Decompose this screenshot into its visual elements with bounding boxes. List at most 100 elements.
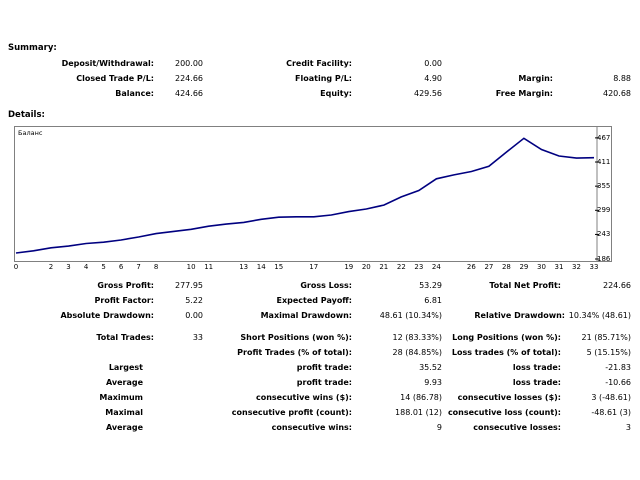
x-tick-label: 28 (501, 263, 511, 271)
long-positions-label: Long Positions (won %): (452, 333, 561, 342)
x-tick-label: 13 (239, 263, 249, 271)
absolute-drawdown-value: 0.00 (185, 311, 203, 320)
long-positions-value: 21 (85.71%) (581, 333, 631, 342)
x-tick-label: 33 (589, 263, 599, 271)
largest-profit-trade-value: 35.52 (419, 363, 442, 372)
average-consecutive-wins-value: 9 (436, 423, 442, 432)
average-consecutive-wins-label: consecutive wins: (271, 423, 352, 432)
profit-factor-value: 5.22 (185, 296, 203, 305)
gross-profit-value: 277.95 (175, 281, 203, 290)
deposit-label: Deposit/Withdrawal: (61, 59, 154, 68)
balance-chart (15, 127, 599, 261)
average-consecutive-losses-value: 3 (625, 423, 631, 432)
maximal-consecutive-profit-label: consecutive profit (count): (231, 408, 352, 417)
x-tick-label: 15 (274, 263, 284, 271)
details-title: Details: (8, 110, 45, 120)
x-tick-label: 4 (83, 263, 89, 271)
x-tick-label: 17 (309, 263, 319, 271)
equity-value: 429.56 (414, 89, 442, 98)
max-consecutive-losses-value: 3 (-48.61) (591, 393, 631, 402)
x-tick-label: 3 (66, 263, 71, 271)
x-tick-label: 27 (484, 263, 494, 271)
maximum-label: Maximum (99, 393, 143, 402)
y-tick-label: 186 (597, 255, 611, 263)
x-tick-label: 10 (186, 263, 196, 271)
equity-label: Equity: (320, 89, 352, 98)
maximal-consecutive-loss-label: consecutive loss (count): (447, 408, 561, 417)
loss-trades-value: 5 (15.15%) (586, 348, 631, 357)
gross-loss-label: Gross Loss: (300, 281, 352, 290)
profit-trades-label: Profit Trades (% of total): (237, 348, 352, 357)
x-tick-label: 6 (118, 263, 124, 271)
floating-pl-value: 4.90 (424, 74, 442, 83)
expected-payoff-value: 6.81 (424, 296, 442, 305)
profit-factor-label: Profit Factor: (94, 296, 154, 305)
balance-series-line (15, 137, 595, 254)
y-tick-label: 243 (597, 230, 611, 239)
loss-trades-label: Loss trades (% of total): (451, 348, 561, 357)
x-tick-label: 14 (256, 263, 266, 271)
x-tick-label: 32 (572, 263, 581, 271)
relative-drawdown-value: 10.34% (48.61) (568, 311, 631, 320)
x-tick-label: 31 (554, 263, 564, 271)
balance-value: 424.66 (175, 89, 203, 98)
max-consecutive-wins-value: 14 (86.78) (400, 393, 442, 402)
x-tick-label: 0 (13, 263, 19, 271)
average-loss-trade-label: loss trade: (512, 378, 561, 387)
x-tick-label: 20 (361, 263, 371, 271)
short-positions-label: Short Positions (won %): (240, 333, 352, 342)
max-consecutive-wins-label: consecutive wins ($): (255, 393, 352, 402)
x-tick-label: 8 (153, 263, 159, 271)
x-tick-label: 2 (48, 263, 54, 271)
margin-value: 8.88 (613, 74, 631, 83)
maximal-label: Maximal (105, 408, 143, 417)
balance-label: Balance: (115, 89, 154, 98)
x-tick-label: 22 (396, 263, 406, 271)
average-label: Average (105, 378, 143, 387)
maximal-consecutive-loss-value: -48.61 (3) (591, 408, 631, 417)
x-tick-label: 11 (204, 263, 214, 271)
gross-profit-label: Gross Profit: (97, 281, 154, 290)
largest-label: Largest (108, 363, 143, 372)
credit-value: 0.00 (424, 59, 442, 68)
average-profit-trade-value: 9.93 (424, 378, 442, 387)
margin-label: Margin: (518, 74, 553, 83)
x-tick-label: 26 (466, 263, 476, 271)
x-tick-label: 24 (431, 263, 441, 271)
maximal-drawdown-value: 48.61 (10.34%) (379, 311, 442, 320)
total-net-profit-label: Total Net Profit: (489, 281, 561, 290)
gross-loss-value: 53.29 (419, 281, 442, 290)
average-profit-trade-label: profit trade: (296, 378, 352, 387)
absolute-drawdown-label: Absolute Drawdown: (60, 311, 154, 320)
x-tick-label: 30 (536, 263, 546, 271)
max-consecutive-losses-label: consecutive losses ($): (457, 393, 561, 402)
total-trades-value: 33 (192, 333, 203, 342)
maximal-consecutive-profit-value: 188.01 (12) (395, 408, 442, 417)
x-tick-label: 23 (414, 263, 424, 271)
y-tick-label: 411 (597, 158, 611, 167)
free-margin-label: Free Margin: (495, 89, 553, 98)
total-trades-label: Total Trades: (96, 333, 154, 342)
x-tick-label: 5 (101, 263, 106, 271)
largest-loss-trade-value: -21.83 (605, 363, 631, 372)
chart-title: Баланс (18, 129, 43, 137)
total-net-profit-value: 224.66 (603, 281, 631, 290)
maximal-drawdown-label: Maximal Drawdown: (260, 311, 352, 320)
deposit-value: 200.00 (175, 59, 203, 68)
closed-pl-label: Closed Trade P/L: (76, 74, 154, 83)
y-tick-label: 299 (597, 206, 611, 215)
average-loss-trade-value: -10.66 (605, 378, 631, 387)
closed-pl-value: 224.66 (175, 74, 203, 83)
y-tick-label: 467 (597, 133, 611, 142)
x-tick-label: 7 (136, 263, 141, 271)
summary-title: Summary: (8, 43, 57, 53)
average-consecutive-losses-label: consecutive losses: (473, 423, 561, 432)
short-positions-value: 12 (83.33%) (392, 333, 442, 342)
credit-label: Credit Facility: (286, 59, 352, 68)
expected-payoff-label: Expected Payoff: (276, 296, 352, 305)
floating-pl-label: Floating P/L: (295, 74, 352, 83)
profit-trades-value: 28 (84.85%) (392, 348, 442, 357)
largest-loss-trade-label: loss trade: (512, 363, 561, 372)
average2-label: Average (105, 423, 143, 432)
x-tick-label: 21 (379, 263, 389, 271)
